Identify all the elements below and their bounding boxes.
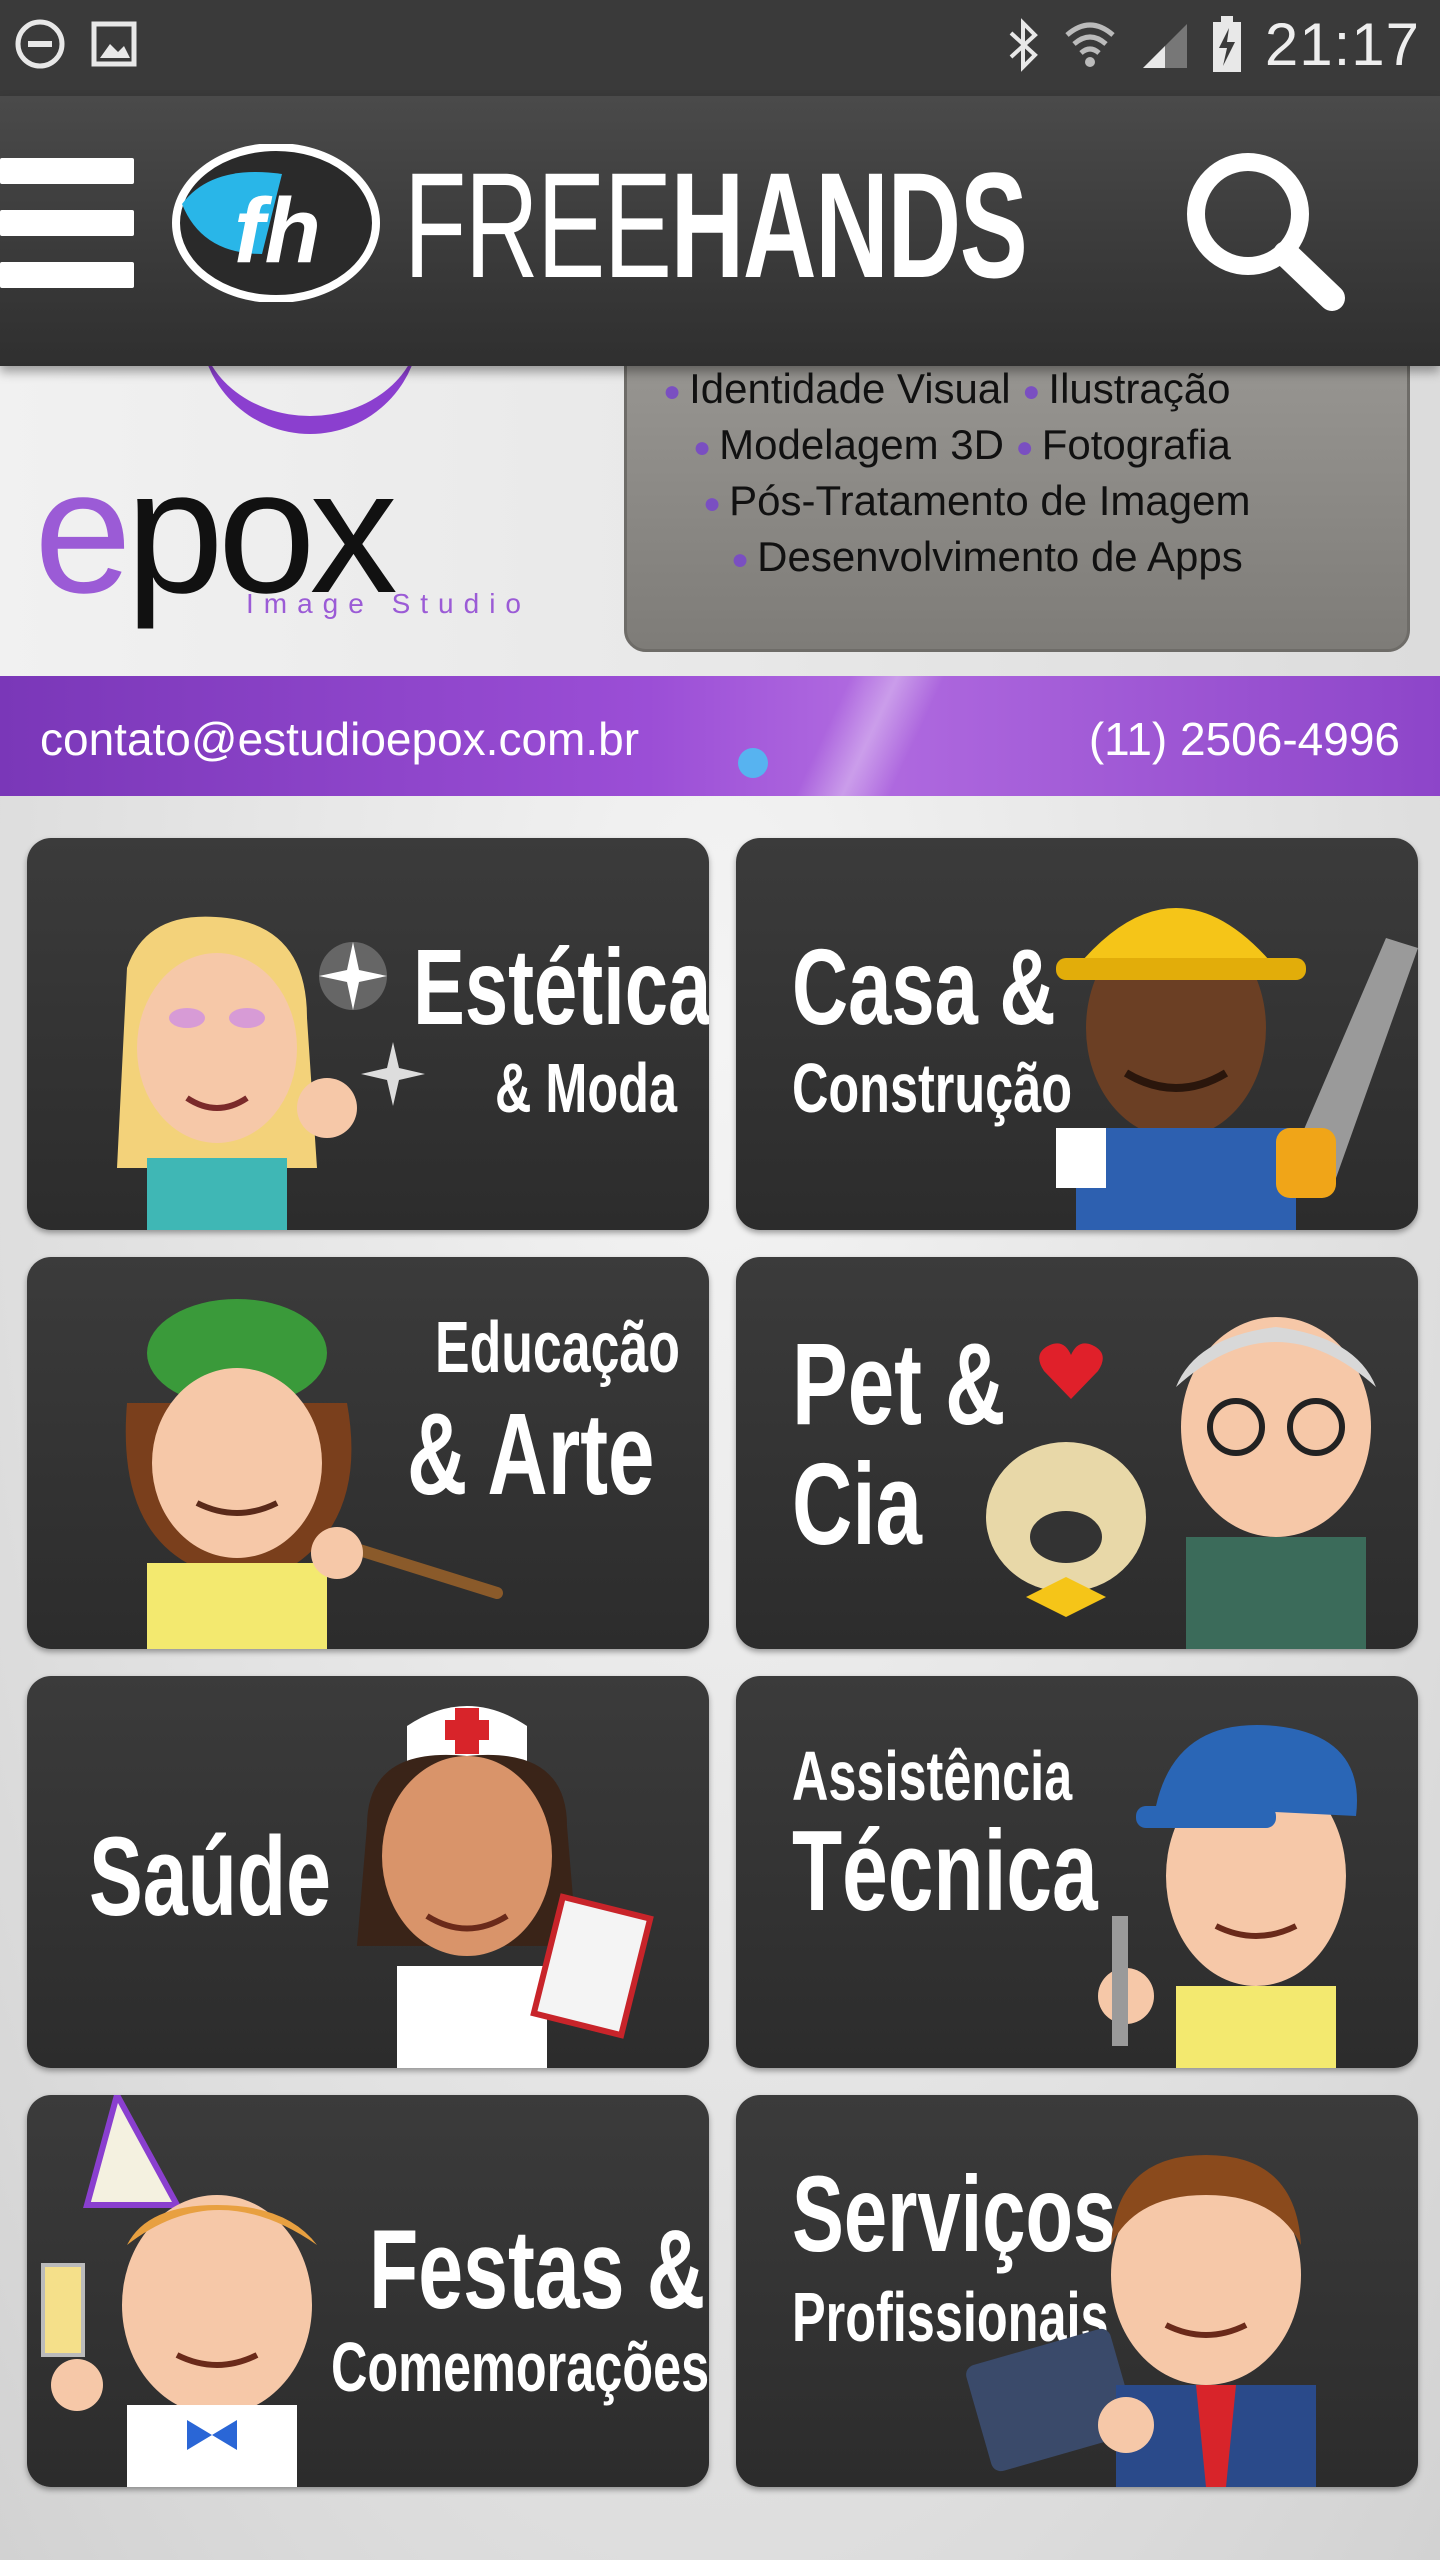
contact-bar: contato@estudioepox.com.br (11) 2506-499… — [0, 676, 1440, 796]
brand-title: FREEHANDS — [404, 150, 1028, 300]
brand-part1: FREE — [404, 141, 672, 309]
category-subtitle: & Moda — [495, 1049, 677, 1127]
service-item: ● Modelagem 3D ● Fotografia — [693, 421, 1231, 468]
contact-phone[interactable]: (11) 2506-4996 — [1089, 712, 1400, 766]
category-educacao-arte[interactable]: Educação & Arte — [27, 1257, 709, 1649]
category-assistencia-tecnica[interactable]: Assistência Técnica — [736, 1676, 1418, 2068]
service-item: ● Desenvolvimento de Apps — [731, 533, 1243, 580]
ad-banner[interactable]: ● Identidade Visual ● Ilustração ● Modelage… — [0, 366, 1440, 796]
category-subtitle: Cia — [792, 1439, 922, 1569]
battery-charging-icon — [1212, 15, 1241, 72]
clock: 21:17 — [1264, 11, 1420, 78]
category-title: Saúde — [89, 1814, 331, 1939]
businessman-character-icon — [966, 2155, 1316, 2487]
category-subtitle: Assistência — [792, 1737, 1073, 1815]
touch-indicator — [738, 748, 768, 778]
construction-worker-icon — [1056, 908, 1418, 1230]
nurse-character-icon — [357, 1706, 654, 2068]
do-not-disturb-icon — [15, 19, 65, 69]
category-subtitle: Construção — [792, 1049, 1073, 1127]
category-subtitle: Comemorações — [331, 2328, 709, 2406]
wifi-icon — [1065, 22, 1115, 67]
category-title: Festas & — [369, 2207, 706, 2332]
category-title: Técnica — [792, 1808, 1098, 1935]
hamburger-menu-icon[interactable] — [0, 158, 134, 288]
category-title: Pet & — [792, 1319, 1006, 1449]
category-festas-comemoracoes[interactable]: Festas & Comemorações — [27, 2095, 709, 2487]
image-notification-icon — [91, 21, 137, 67]
category-title: Estética — [413, 926, 709, 1047]
signal-icon — [1142, 23, 1187, 68]
app-bar: fh FREEHANDS — [0, 96, 1440, 366]
service-item: ● Pós-Tratamento de Imagem — [703, 477, 1251, 524]
category-estetica-moda[interactable]: Estética & Moda — [27, 838, 709, 1230]
party-character-icon — [41, 2095, 317, 2487]
category-servicos-profissionais[interactable]: Serviços Profissionais — [736, 2095, 1418, 2487]
service-item: ● Identidade Visual ● Ilustração — [663, 366, 1231, 412]
technician-character-icon — [1098, 1725, 1357, 2068]
freehands-logo-icon: fh — [172, 144, 380, 302]
category-subtitle: Educação — [435, 1308, 680, 1388]
category-pet-cia[interactable]: Pet & Cia — [736, 1257, 1418, 1649]
search-icon[interactable] — [1172, 148, 1352, 318]
services-box: ● Identidade Visual ● Ilustração ● Modelage… — [624, 366, 1410, 652]
contact-email[interactable]: contato@estudioepox.com.br — [40, 712, 639, 766]
pet-owner-icon — [986, 1317, 1376, 1649]
bluetooth-icon — [1009, 17, 1038, 72]
category-title: & Arte — [407, 1389, 655, 1519]
category-saude[interactable]: Saúde — [27, 1676, 709, 2068]
brand-part2: HANDS — [670, 141, 1028, 309]
svg-text:fh: fh — [234, 180, 321, 282]
category-casa-construcao[interactable]: Casa & Construção — [736, 838, 1418, 1230]
category-title: Casa & — [792, 926, 1056, 1047]
epox-subtitle: Image Studio — [246, 588, 531, 619]
status-bar: 21:17 — [0, 0, 1440, 96]
logo-swoosh — [200, 366, 420, 434]
